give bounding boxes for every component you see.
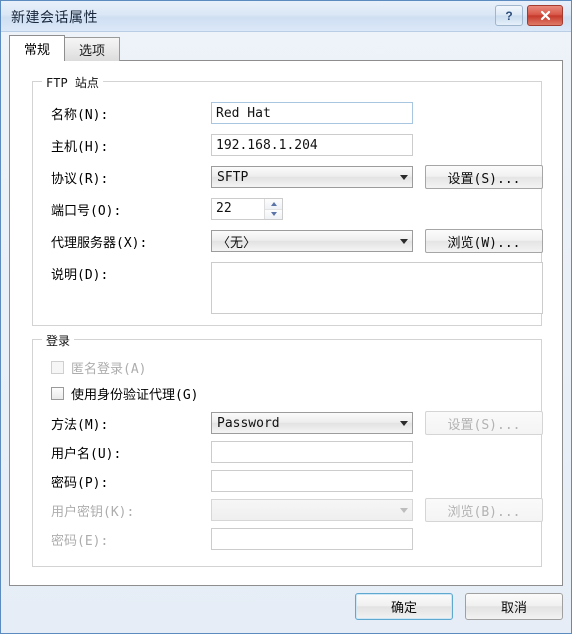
anonymous-login-checkbox-row[interactable]: 匿名登录(A) xyxy=(51,358,146,377)
auth-agent-label: 使用身份验证代理(G) xyxy=(71,388,199,403)
method-label: 方法(M): xyxy=(51,418,109,433)
port-value[interactable]: 22 xyxy=(212,199,264,219)
login-group: 登录 匿名登录(A) 使用身份验证代理(G) 方法(M): Password 设… xyxy=(32,332,543,567)
login-group-title: 登录 xyxy=(42,332,75,349)
window-title: 新建会话属性 xyxy=(11,10,98,26)
chevron-down-icon xyxy=(395,231,412,251)
host-row: 主机(H): xyxy=(33,134,541,156)
checkbox-icon[interactable] xyxy=(51,361,64,374)
port-stepper[interactable]: 22 xyxy=(211,198,283,220)
tab-options[interactable]: 选项 xyxy=(64,37,121,61)
tab-panel-general: FTP 站点 名称(N): 主机(H): 协议(R): SFTP 设置(S)..… xyxy=(9,60,563,586)
userkey-label: 用户密钥(K): xyxy=(51,505,135,520)
ok-button[interactable]: 确定 xyxy=(355,593,453,620)
spinner-down-icon[interactable] xyxy=(265,209,282,219)
password-input[interactable] xyxy=(211,470,413,492)
ftp-site-group: FTP 站点 名称(N): 主机(H): 协议(R): SFTP 设置(S)..… xyxy=(32,74,543,326)
proxy-value: 〈无〉 xyxy=(217,235,257,251)
dialog-footer: 确定 取消 xyxy=(1,585,572,633)
chevron-down-icon xyxy=(395,500,412,520)
username-input[interactable] xyxy=(211,441,413,463)
cancel-button[interactable]: 取消 xyxy=(465,593,563,620)
protocol-value: SFTP xyxy=(217,169,249,185)
passphrase-label: 密码(E): xyxy=(51,534,109,549)
protocol-row: 协议(R): SFTP 设置(S)... xyxy=(33,165,543,189)
protocol-combo[interactable]: SFTP xyxy=(211,166,413,188)
name-label: 名称(N): xyxy=(51,108,109,123)
auth-agent-checkbox-row[interactable]: 使用身份验证代理(G) xyxy=(51,384,198,403)
host-label: 主机(H): xyxy=(51,140,109,155)
close-icon[interactable] xyxy=(527,5,563,26)
description-label: 说明(D): xyxy=(51,268,109,283)
method-value: Password xyxy=(217,415,280,431)
method-combo[interactable]: Password xyxy=(211,412,413,434)
chevron-down-icon xyxy=(395,167,412,187)
proxy-browse-button[interactable]: 浏览(W)... xyxy=(425,229,543,253)
new-session-properties-dialog: 新建会话属性 ? 常规 选项 FTP 站点 名称(N): 主机(H): xyxy=(0,0,572,634)
name-input[interactable] xyxy=(211,102,413,124)
port-label: 端口号(O): xyxy=(51,204,122,219)
username-label: 用户名(U): xyxy=(51,447,122,462)
proxy-label: 代理服务器(X): xyxy=(51,236,148,251)
method-settings-button: 设置(S)... xyxy=(425,411,543,435)
username-row: 用户名(U): xyxy=(33,441,541,463)
help-icon[interactable]: ? xyxy=(495,5,523,26)
proxy-row: 代理服务器(X): 〈无〉 浏览(W)... xyxy=(33,229,543,253)
chevron-down-icon xyxy=(395,413,412,433)
port-spin-buttons xyxy=(264,199,282,219)
spinner-up-icon[interactable] xyxy=(265,199,282,210)
userkey-row: 用户密钥(K): 浏览(B)... xyxy=(33,498,543,522)
ftp-site-group-title: FTP 站点 xyxy=(42,74,103,91)
protocol-settings-button[interactable]: 设置(S)... xyxy=(425,165,543,189)
anonymous-login-label: 匿名登录(A) xyxy=(71,362,147,377)
password-label: 密码(P): xyxy=(51,476,109,491)
password-row: 密码(P): xyxy=(33,470,541,492)
port-row: 端口号(O): 22 xyxy=(33,198,541,220)
tab-strip: 常规 选项 xyxy=(9,35,121,61)
method-row: 方法(M): Password 设置(S)... xyxy=(33,411,543,435)
name-row: 名称(N): xyxy=(33,102,541,124)
tab-general[interactable]: 常规 xyxy=(9,35,66,61)
passphrase-row: 密码(E): xyxy=(33,528,541,550)
userkey-combo xyxy=(211,499,413,521)
description-textarea[interactable] xyxy=(211,262,543,314)
title-bar: 新建会话属性 ? xyxy=(1,1,571,32)
passphrase-input[interactable] xyxy=(211,528,413,550)
userkey-browse-button: 浏览(B)... xyxy=(425,498,543,522)
checkbox-icon[interactable] xyxy=(51,387,64,400)
description-row: 说明(D): xyxy=(33,262,543,318)
protocol-label: 协议(R): xyxy=(51,172,109,187)
host-input[interactable] xyxy=(211,134,413,156)
proxy-combo[interactable]: 〈无〉 xyxy=(211,230,413,252)
